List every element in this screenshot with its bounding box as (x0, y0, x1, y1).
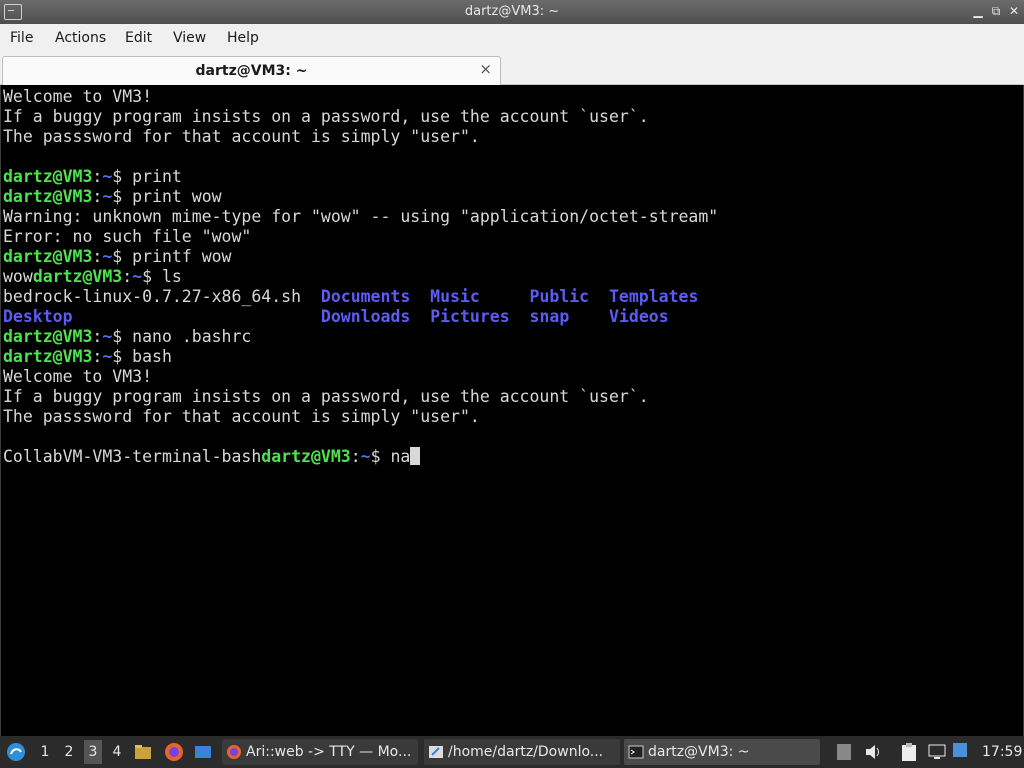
tab-terminal[interactable]: dartz@VM3: ~ × (2, 56, 501, 85)
ls-dir: Pictures (430, 307, 510, 326)
task-label: Ari::web -> TTY — Mo... (246, 744, 412, 760)
workspace-1[interactable]: 1 (36, 744, 54, 760)
motd-line: If a buggy program insists on a password… (3, 107, 649, 126)
terminal-icon (628, 745, 644, 759)
prompt-user: dartz@VM3 (3, 247, 93, 266)
prompt-user: dartz@VM3 (3, 347, 93, 366)
prompt-path: ~ (102, 327, 113, 346)
prompt-path: ~ (360, 447, 371, 466)
menu-actions[interactable]: Actions (55, 30, 106, 46)
prompt-path: ~ (132, 267, 143, 286)
ls-dir: Videos (609, 307, 669, 326)
prompt-path: ~ (102, 347, 113, 366)
prompt-user: dartz@VM3 (3, 327, 93, 346)
menu-view[interactable]: View (173, 30, 206, 46)
ls-dir: Downloads (320, 307, 411, 326)
ls-file: bedrock-linux-0.7.27-x86_64.sh (3, 287, 302, 306)
printf-output: wow (3, 267, 33, 286)
volume-icon[interactable] (864, 743, 882, 765)
tray-app-icon[interactable] (836, 743, 852, 765)
tab-label: dartz@VM3: ~ (195, 63, 308, 79)
task-firefox[interactable]: Ari::web -> TTY — Mo... (222, 739, 418, 765)
task-label: dartz@VM3: ~ (648, 744, 750, 760)
menu-file[interactable]: File (10, 30, 33, 46)
text-cursor (410, 447, 421, 465)
firefox-icon (227, 745, 241, 759)
task-terminal[interactable]: dartz@VM3: ~ (624, 739, 820, 765)
ls-dir: Templates (609, 287, 699, 306)
menu-edit[interactable]: Edit (125, 30, 152, 46)
menu-help[interactable]: Help (227, 30, 259, 46)
command: bash (132, 347, 172, 366)
window-title: dartz@VM3: ~ (464, 4, 560, 19)
firefox-icon[interactable] (164, 742, 184, 766)
prompt-path: ~ (102, 167, 113, 186)
tab-bar: dartz@VM3: ~ × (0, 54, 1024, 85)
command: print wow (132, 187, 222, 206)
motd-line: Welcome to VM3! (3, 87, 153, 106)
terminal-area[interactable]: Welcome to VM3! If a buggy program insis… (0, 85, 1024, 736)
command: ls (161, 267, 182, 286)
workspace-4[interactable]: 4 (108, 744, 126, 760)
clipboard-icon[interactable] (900, 742, 918, 766)
menu-bar: File Actions Edit View Help (0, 24, 1024, 54)
prompt-user: dartz@VM3 (32, 267, 123, 286)
command: nano .bashrc (132, 327, 252, 346)
current-input[interactable]: na (390, 447, 410, 466)
window-titlebar[interactable]: dartz@VM3: ~ ▁ ⧉ ✕ (0, 0, 1024, 24)
workspace-3[interactable]: 3 (84, 740, 102, 764)
taskbar: 1 2 3 4 Ari::web -> TTY — Mo... /home/da… (0, 736, 1024, 768)
ls-dir: Documents (320, 287, 411, 306)
command: print (132, 167, 182, 186)
file-manager-icon[interactable] (134, 743, 152, 765)
close-window-icon[interactable]: ✕ (1006, 3, 1022, 19)
motd-line: The passsword for that account is simply… (3, 127, 480, 146)
start-menu-icon[interactable] (6, 742, 26, 766)
motd-line: The passsword for that account is simply… (3, 407, 480, 426)
update-notifier-icon[interactable] (952, 742, 968, 762)
tab-close-icon[interactable]: × (479, 60, 492, 78)
ls-dir: Public (529, 287, 590, 306)
ls-dir: Desktop (3, 307, 73, 326)
task-text-editor[interactable]: /home/dartz/Downlo... (424, 739, 620, 765)
ls-dir: snap (529, 307, 570, 326)
minimize-icon[interactable]: ▁ (970, 3, 986, 19)
command: printf wow (132, 247, 232, 266)
terminal-output: Welcome to VM3! If a buggy program insis… (3, 87, 719, 466)
show-desktop-icon[interactable] (194, 743, 212, 765)
task-label: /home/dartz/Downlo... (448, 744, 604, 760)
ls-dir: Music (430, 287, 480, 306)
prompt-user: dartz@VM3 (261, 447, 351, 466)
prompt-user: dartz@VM3 (3, 187, 93, 206)
prompt-user: dartz@VM3 (3, 167, 93, 186)
prompt-path: ~ (102, 247, 113, 266)
prompt-path: ~ (102, 187, 113, 206)
motd-line: Welcome to VM3! (3, 367, 153, 386)
motd-line: If a buggy program insists on a password… (3, 387, 649, 406)
workspace-2[interactable]: 2 (60, 744, 78, 760)
restore-icon[interactable]: ⧉ (988, 3, 1004, 19)
network-icon[interactable] (928, 743, 946, 765)
ps1-prefix: CollabVM-VM3-terminal-bash (3, 447, 262, 466)
error-line: Error: no such file "wow" (3, 227, 252, 246)
clock[interactable]: 17:59 (982, 744, 1022, 760)
warning-line: Warning: unknown mime-type for "wow" -- … (3, 207, 719, 226)
text-editor-icon (429, 746, 443, 758)
